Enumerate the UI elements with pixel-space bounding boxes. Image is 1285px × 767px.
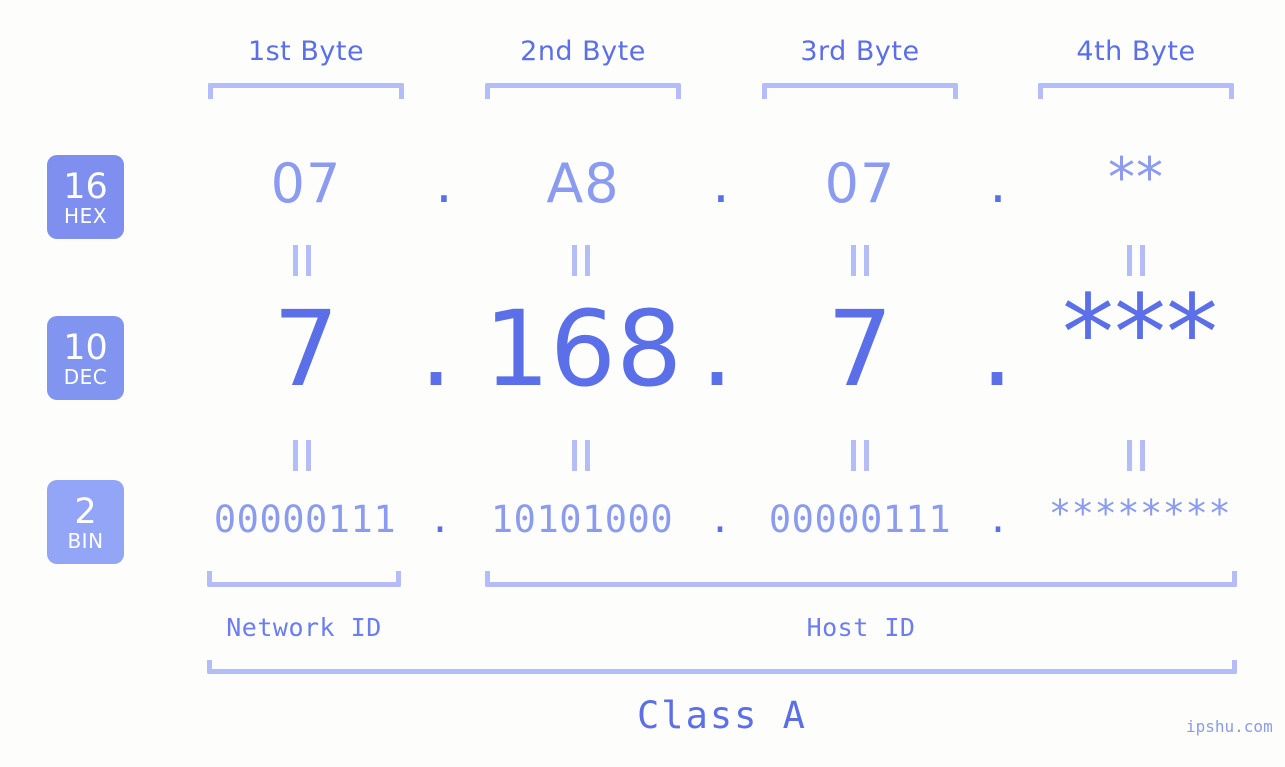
- dec-separator-1: .: [419, 288, 453, 410]
- dec-separator-3: .: [980, 288, 1014, 410]
- dec-octet-1: 7: [272, 288, 340, 410]
- bin-octet-1: 00000111: [213, 498, 397, 541]
- bin-separator-3: .: [986, 498, 1010, 541]
- class-label: Class A: [637, 694, 807, 737]
- network-id-bracket: [207, 571, 401, 587]
- equivalence-mark-1-3: [851, 245, 869, 276]
- base-badge-hex: 16 HEX: [47, 155, 124, 239]
- base-badge-bin: 2 BIN: [47, 480, 124, 564]
- byte-header-label-3: 3rd Byte: [800, 36, 920, 67]
- byte-header-label-2: 2nd Byte: [520, 36, 646, 67]
- hex-octet-1: 07: [270, 152, 342, 215]
- base-badge-hex-name: HEX: [64, 204, 107, 228]
- dec-separator-2: .: [700, 288, 734, 410]
- hex-separator-1: .: [435, 152, 453, 215]
- host-id-label: Host ID: [806, 613, 916, 642]
- bin-octet-2: 10101000: [490, 498, 674, 541]
- base-badge-dec: 10 DEC: [47, 316, 124, 400]
- byte-bracket-1: [208, 83, 404, 99]
- equivalence-mark-2-4: [1127, 440, 1145, 471]
- equivalence-mark-1-2: [572, 245, 590, 276]
- base-badge-dec-name: DEC: [63, 365, 108, 389]
- hex-octet-3: 07: [824, 152, 896, 215]
- bin-octet-4: ********: [1048, 492, 1232, 535]
- byte-bracket-2: [485, 83, 681, 99]
- base-badge-bin-number: 2: [74, 492, 97, 532]
- dec-octet-4: ***: [1062, 272, 1218, 394]
- hex-octet-4: **: [1108, 146, 1164, 209]
- bin-separator-1: .: [428, 498, 452, 541]
- equivalence-mark-2-2: [572, 440, 590, 471]
- byte-header-label-1: 1st Byte: [247, 36, 365, 67]
- equivalence-mark-1-1: [293, 245, 311, 276]
- dec-octet-2: 168: [483, 288, 683, 410]
- hex-separator-2: .: [712, 152, 730, 215]
- host-id-bracket: [485, 571, 1237, 587]
- byte-bracket-3: [762, 83, 958, 99]
- equivalence-mark-2-3: [851, 440, 869, 471]
- byte-bracket-4: [1038, 83, 1234, 99]
- base-badge-bin-name: BIN: [67, 529, 104, 553]
- base-badge-dec-number: 10: [63, 328, 108, 368]
- equivalence-mark-2-1: [293, 440, 311, 471]
- bin-octet-3: 00000111: [768, 498, 952, 541]
- hex-octet-2: A8: [546, 152, 620, 215]
- dec-octet-3: 7: [826, 288, 894, 410]
- hex-separator-3: .: [989, 152, 1007, 215]
- class-bracket: [207, 660, 1237, 674]
- network-id-label: Network ID: [226, 613, 382, 642]
- site-watermark: ipshu.com: [1186, 717, 1273, 736]
- ip-address-breakdown-diagram: 1st Byte 2nd Byte 3rd Byte 4th Byte 16 H…: [0, 0, 1285, 767]
- byte-header-label-4: 4th Byte: [1076, 36, 1196, 67]
- base-badge-hex-number: 16: [63, 167, 108, 207]
- bin-separator-2: .: [708, 498, 732, 541]
